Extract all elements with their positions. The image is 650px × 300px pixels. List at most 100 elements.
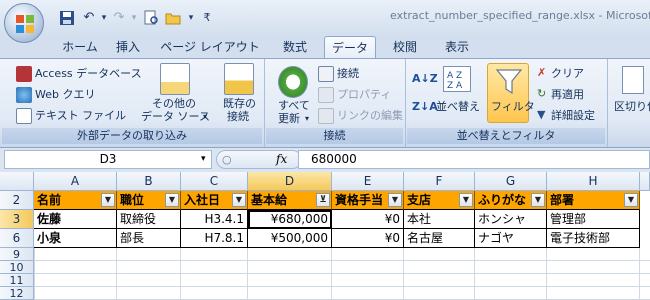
existing-connections-line1[interactable]: 既存の <box>223 97 256 111</box>
table-cell[interactable]: 名古屋 <box>404 229 475 248</box>
table-cell[interactable]: ホンシャ <box>475 210 547 229</box>
table-cell[interactable]: ¥0 <box>332 229 404 248</box>
edit-links-button[interactable]: リンクの編集 <box>337 109 403 123</box>
column-header-g[interactable]: G <box>475 172 547 191</box>
insert-function-icon[interactable]: fx <box>276 151 287 168</box>
refresh-all-dropdown-icon[interactable]: ▾ <box>305 112 309 126</box>
sort-descending-icon[interactable]: Z↓A <box>412 100 438 114</box>
column-header-d[interactable]: D <box>248 172 332 191</box>
text-file-icon <box>16 108 32 124</box>
column-header-e[interactable]: E <box>332 172 404 191</box>
table-cell[interactable]: 管理部 <box>547 210 640 229</box>
filter-dropdown-icon[interactable]: ▼ <box>232 193 246 207</box>
filter-dropdown-icon[interactable]: ▼ <box>531 193 545 207</box>
advanced-filter-button[interactable]: 詳細設定 <box>551 109 595 123</box>
tab-review[interactable]: 校閲 <box>382 36 428 58</box>
gridline <box>116 248 117 300</box>
table-cell[interactable]: ¥0 <box>332 210 404 229</box>
formula-input[interactable]: 680000 <box>298 150 650 169</box>
other-sources-line2[interactable]: データ ソース <box>141 110 210 124</box>
save-icon[interactable] <box>58 10 76 26</box>
row-header-3[interactable]: 3 <box>0 210 34 229</box>
header-branch-label: 支店 <box>407 193 432 207</box>
table-header-cell[interactable]: 職位 ▼ <box>117 191 181 210</box>
text-file-button[interactable]: テキスト ファイル <box>35 109 126 123</box>
table-cell[interactable]: ¥500,000 <box>248 229 332 248</box>
web-query-button[interactable]: Web クエリ <box>35 88 95 102</box>
tab-insert[interactable]: 挿入 <box>108 36 148 58</box>
filter-dropdown-icon[interactable]: ▼ <box>165 193 179 207</box>
row-header-10[interactable]: 10 <box>0 261 34 274</box>
column-header-c[interactable]: C <box>181 172 248 191</box>
table-cell[interactable]: H3.4.1 <box>181 210 248 229</box>
refresh-all-line2[interactable]: 更新 <box>278 112 300 126</box>
tab-formulas[interactable]: 数式 <box>272 36 318 58</box>
filter-dropdown-icon[interactable]: ▼ <box>388 193 402 207</box>
gridline <box>546 248 547 300</box>
table-cell-selected[interactable]: ¥680,000 <box>248 210 332 229</box>
connections-button[interactable]: 接続 <box>337 67 359 81</box>
column-header-i[interactable] <box>640 172 650 191</box>
existing-connections-line2[interactable]: 接続 <box>227 110 249 124</box>
table-cell[interactable]: 部長 <box>117 229 181 248</box>
sort-button[interactable]: 並べ替え <box>436 100 480 114</box>
filter-button[interactable]: フィルタ <box>487 63 535 123</box>
column-header-h[interactable]: H <box>547 172 640 191</box>
text-to-columns-button[interactable]: 区切り位置 <box>614 100 650 114</box>
row-header-2[interactable]: 2 <box>0 191 34 210</box>
table-header-cell[interactable]: ふりがな ▼ <box>475 191 547 210</box>
row-header-9[interactable]: 9 <box>0 248 34 261</box>
existing-connections-icon <box>224 63 254 95</box>
row-header-6[interactable]: 6 <box>0 229 34 248</box>
properties-button[interactable]: プロパティ <box>337 88 391 102</box>
access-database-button[interactable]: Access データベース <box>35 67 142 81</box>
table-header-cell[interactable]: 基本給 ⊻ <box>248 191 332 210</box>
gridline <box>331 248 332 300</box>
table-cell[interactable]: 取締役 <box>117 210 181 229</box>
table-cell[interactable]: 電子技術部 <box>547 229 640 248</box>
filter-dropdown-icon[interactable]: ▼ <box>101 193 115 207</box>
column-header-b[interactable]: B <box>117 172 181 191</box>
print-preview-icon[interactable] <box>142 10 160 26</box>
tab-data[interactable]: データ <box>324 36 376 58</box>
table-cell[interactable]: H7.8.1 <box>181 229 248 248</box>
reapply-button[interactable]: 再適用 <box>551 88 584 102</box>
table-header-cell[interactable]: 支店 ▼ <box>404 191 475 210</box>
formula-bar-toggle-icon[interactable]: ○ <box>222 151 232 168</box>
table-header-cell[interactable]: 名前 ▼ <box>34 191 117 210</box>
name-box-dropdown-icon[interactable]: ▾ <box>201 151 206 168</box>
filter-dropdown-icon[interactable]: ▼ <box>459 193 473 207</box>
tab-page-layout[interactable]: ページ レイアウト <box>150 36 270 58</box>
table-header-cell[interactable]: 部署 ▼ <box>547 191 640 210</box>
header-position-label: 職位 <box>120 193 145 207</box>
table-cell[interactable]: 本社 <box>404 210 475 229</box>
svg-text:A Z: A Z <box>447 71 462 81</box>
clear-filter-button[interactable]: クリア <box>551 67 584 81</box>
select-all-corner[interactable] <box>0 172 34 191</box>
sort-ascending-icon[interactable]: A↓Z <box>412 72 438 86</box>
other-sources-line1[interactable]: その他の <box>152 97 196 111</box>
tab-home[interactable]: ホーム <box>55 36 105 58</box>
row-header-12[interactable]: 12 <box>0 287 34 300</box>
table-cell[interactable]: 小泉 <box>34 229 117 248</box>
column-header-f[interactable]: F <box>404 172 475 191</box>
group-label-connections: 接続 <box>266 128 403 144</box>
tab-view[interactable]: 表示 <box>432 36 482 58</box>
other-sources-dropdown-icon[interactable]: ▾ <box>203 110 207 124</box>
refresh-all-line1[interactable]: すべて <box>278 99 310 113</box>
row-header-11[interactable]: 11 <box>0 274 34 287</box>
name-box[interactable]: D3 <box>4 150 212 169</box>
office-button[interactable] <box>4 3 44 43</box>
group-label-external-data: 外部データの取り込み <box>2 128 262 144</box>
table-header-cell[interactable]: 資格手当 ▼ <box>332 191 404 210</box>
qat-more-icon[interactable]: ₹ <box>198 10 216 26</box>
table-cell[interactable]: 佐藤 <box>34 210 117 229</box>
filter-dropdown-icon[interactable]: ▼ <box>624 193 638 207</box>
table-header-cell[interactable]: 入社日 ▼ <box>181 191 248 210</box>
advanced-filter-icon: ▼ <box>537 108 546 121</box>
filter-active-icon[interactable]: ⊻ <box>316 193 330 207</box>
redo-dropdown-icon[interactable]: ▾ <box>125 10 143 26</box>
column-header-a[interactable]: A <box>34 172 117 191</box>
table-cell[interactable]: ナゴヤ <box>475 229 547 248</box>
open-folder-icon[interactable] <box>164 10 182 26</box>
